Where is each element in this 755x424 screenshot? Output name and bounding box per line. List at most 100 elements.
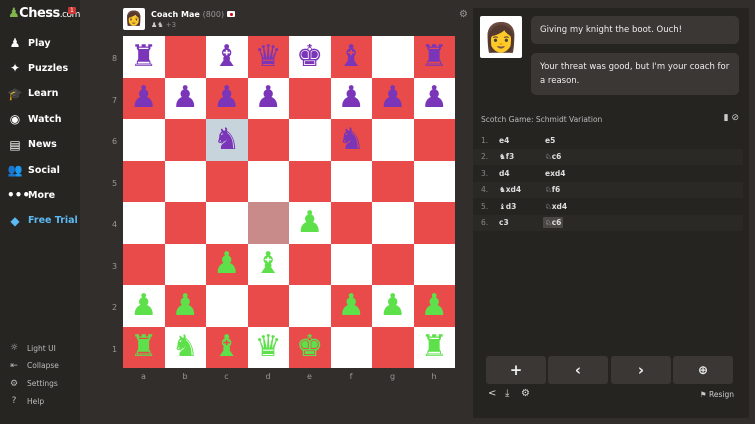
white-knight-piece[interactable]: ♞ (172, 332, 199, 362)
white-pawn-piece[interactable]: ♟ (172, 290, 199, 321)
square-f8[interactable]: ♝ (330, 36, 372, 78)
download-icon[interactable]: ⤓ (505, 388, 509, 399)
square-a3[interactable] (123, 243, 165, 285)
black-pawn-piece[interactable]: ♟ (338, 83, 365, 113)
compass-icon[interactable]: ⊘ (731, 113, 739, 123)
black-rook-piece[interactable]: ♜ (130, 41, 157, 72)
square-g3[interactable] (372, 243, 414, 285)
black-pawn-piece[interactable]: ♟ (213, 83, 240, 113)
square-a2[interactable]: ♟ (123, 285, 165, 327)
square-e1[interactable]: ♚ (289, 326, 331, 368)
sidebar-item-play[interactable]: ♟ Play (0, 32, 80, 54)
analysis-button[interactable]: ⊕ (673, 356, 733, 384)
square-b7[interactable]: ♟ (164, 77, 206, 119)
square-h3[interactable] (413, 243, 455, 285)
sidebar-item-puzzles[interactable]: ✦ Puzzles (0, 57, 80, 79)
opponent-name[interactable]: Coach Mae (151, 10, 200, 19)
square-b4[interactable] (164, 202, 206, 244)
board-settings-gear-icon[interactable]: ⚙ (459, 9, 468, 20)
square-a4[interactable] (123, 202, 165, 244)
square-d4[interactable] (247, 202, 289, 244)
white-move[interactable]: c3 (499, 218, 509, 227)
black-bishop-piece[interactable]: ♝ (338, 41, 365, 72)
black-rook-piece[interactable]: ♜ (421, 41, 448, 72)
square-f3[interactable] (330, 243, 372, 285)
square-e7[interactable] (289, 77, 331, 119)
square-c6[interactable]: ♞ (206, 119, 248, 161)
sidebar-item-light-ui[interactable]: ☼ Light UI (0, 340, 80, 356)
square-e3[interactable] (289, 243, 331, 285)
white-move[interactable]: ♝d3 (499, 202, 516, 211)
square-c3[interactable]: ♟ (206, 243, 248, 285)
square-f4[interactable] (330, 202, 372, 244)
square-f1[interactable] (330, 326, 372, 368)
square-c2[interactable] (206, 285, 248, 327)
square-d6[interactable] (247, 119, 289, 161)
black-move[interactable]: ♘f6 (543, 184, 562, 195)
sidebar-item-collapse[interactable]: ⇤ Collapse (0, 358, 80, 374)
square-b5[interactable] (164, 160, 206, 202)
white-move[interactable]: ♞f3 (499, 152, 514, 161)
sidebar-item-news[interactable]: ▤ News (0, 134, 80, 156)
square-d1[interactable]: ♛ (247, 326, 289, 368)
square-h1[interactable]: ♜ (413, 326, 455, 368)
square-h5[interactable] (413, 160, 455, 202)
square-b3[interactable] (164, 243, 206, 285)
white-king-piece[interactable]: ♚ (296, 332, 323, 362)
black-pawn-piece[interactable]: ♟ (255, 83, 282, 113)
black-pawn-piece[interactable]: ♟ (379, 83, 406, 113)
white-pawn-piece[interactable]: ♟ (296, 207, 323, 238)
square-b6[interactable] (164, 119, 206, 161)
black-pawn-piece[interactable]: ♟ (172, 83, 199, 113)
square-e4[interactable]: ♟ (289, 202, 331, 244)
square-a6[interactable] (123, 119, 165, 161)
white-bishop-piece[interactable]: ♝ (255, 249, 282, 279)
opponent-avatar[interactable]: 👩 (123, 8, 145, 30)
black-king-piece[interactable]: ♚ (296, 41, 323, 72)
square-a8[interactable]: ♜ (123, 36, 165, 78)
square-c8[interactable]: ♝ (206, 36, 248, 78)
square-d5[interactable] (247, 160, 289, 202)
square-c7[interactable]: ♟ (206, 77, 248, 119)
book-icon[interactable]: ▮ (724, 113, 729, 123)
white-move[interactable]: d4 (499, 169, 510, 178)
white-pawn-piece[interactable]: ♟ (338, 290, 365, 321)
chess-board[interactable]: ♜ ♝ ♛ ♚ ♝ ♜ ♟ ♟ ♟ ♟ ♟ ♟ ♟ ♞ ♞ ♟ ♟ ♝ ♟ ♟ ♟ ♟ ♟ ♜ ♞ ♝ ♛ ♚ ♜ (123, 36, 455, 368)
square-h7[interactable]: ♟ (413, 77, 455, 119)
next-move-button[interactable]: › (611, 356, 671, 384)
square-d8[interactable]: ♛ (247, 36, 289, 78)
square-h6[interactable] (413, 119, 455, 161)
square-e2[interactable] (289, 285, 331, 327)
white-rook-piece[interactable]: ♜ (421, 332, 448, 362)
settings-gear-icon[interactable]: ⚙ (521, 388, 530, 399)
black-move[interactable]: ♘c6 (543, 217, 564, 229)
square-g6[interactable] (372, 119, 414, 161)
square-d3[interactable]: ♝ (247, 243, 289, 285)
black-pawn-piece[interactable]: ♟ (421, 83, 448, 113)
square-c4[interactable] (206, 202, 248, 244)
sidebar-item-help[interactable]: ? Help (0, 393, 80, 409)
white-pawn-piece[interactable]: ♟ (213, 249, 240, 279)
white-rook-piece[interactable]: ♜ (130, 332, 157, 362)
square-f6[interactable]: ♞ (330, 119, 372, 161)
black-queen-piece[interactable]: ♛ (255, 41, 282, 72)
notification-badge[interactable]: 1 (68, 7, 76, 14)
square-e8[interactable]: ♚ (289, 36, 331, 78)
sidebar-item-watch[interactable]: ◉ Watch (0, 108, 80, 130)
square-h2[interactable]: ♟ (413, 285, 455, 327)
black-move[interactable]: ♘xd4 (543, 201, 569, 212)
square-c1[interactable]: ♝ (206, 326, 248, 368)
black-knight-piece[interactable]: ♞ (338, 124, 365, 155)
square-e5[interactable] (289, 160, 331, 202)
square-a5[interactable] (123, 160, 165, 202)
white-move[interactable]: ♞xd4 (499, 185, 521, 194)
square-a1[interactable]: ♜ (123, 326, 165, 368)
white-pawn-piece[interactable]: ♟ (421, 290, 448, 321)
black-move[interactable]: e5 (543, 135, 557, 146)
sidebar-item-free-trial[interactable]: ◆ Free Trial (0, 210, 80, 232)
square-g2[interactable]: ♟ (372, 285, 414, 327)
square-g8[interactable] (372, 36, 414, 78)
square-h8[interactable]: ♜ (413, 36, 455, 78)
square-g4[interactable] (372, 202, 414, 244)
square-f2[interactable]: ♟ (330, 285, 372, 327)
